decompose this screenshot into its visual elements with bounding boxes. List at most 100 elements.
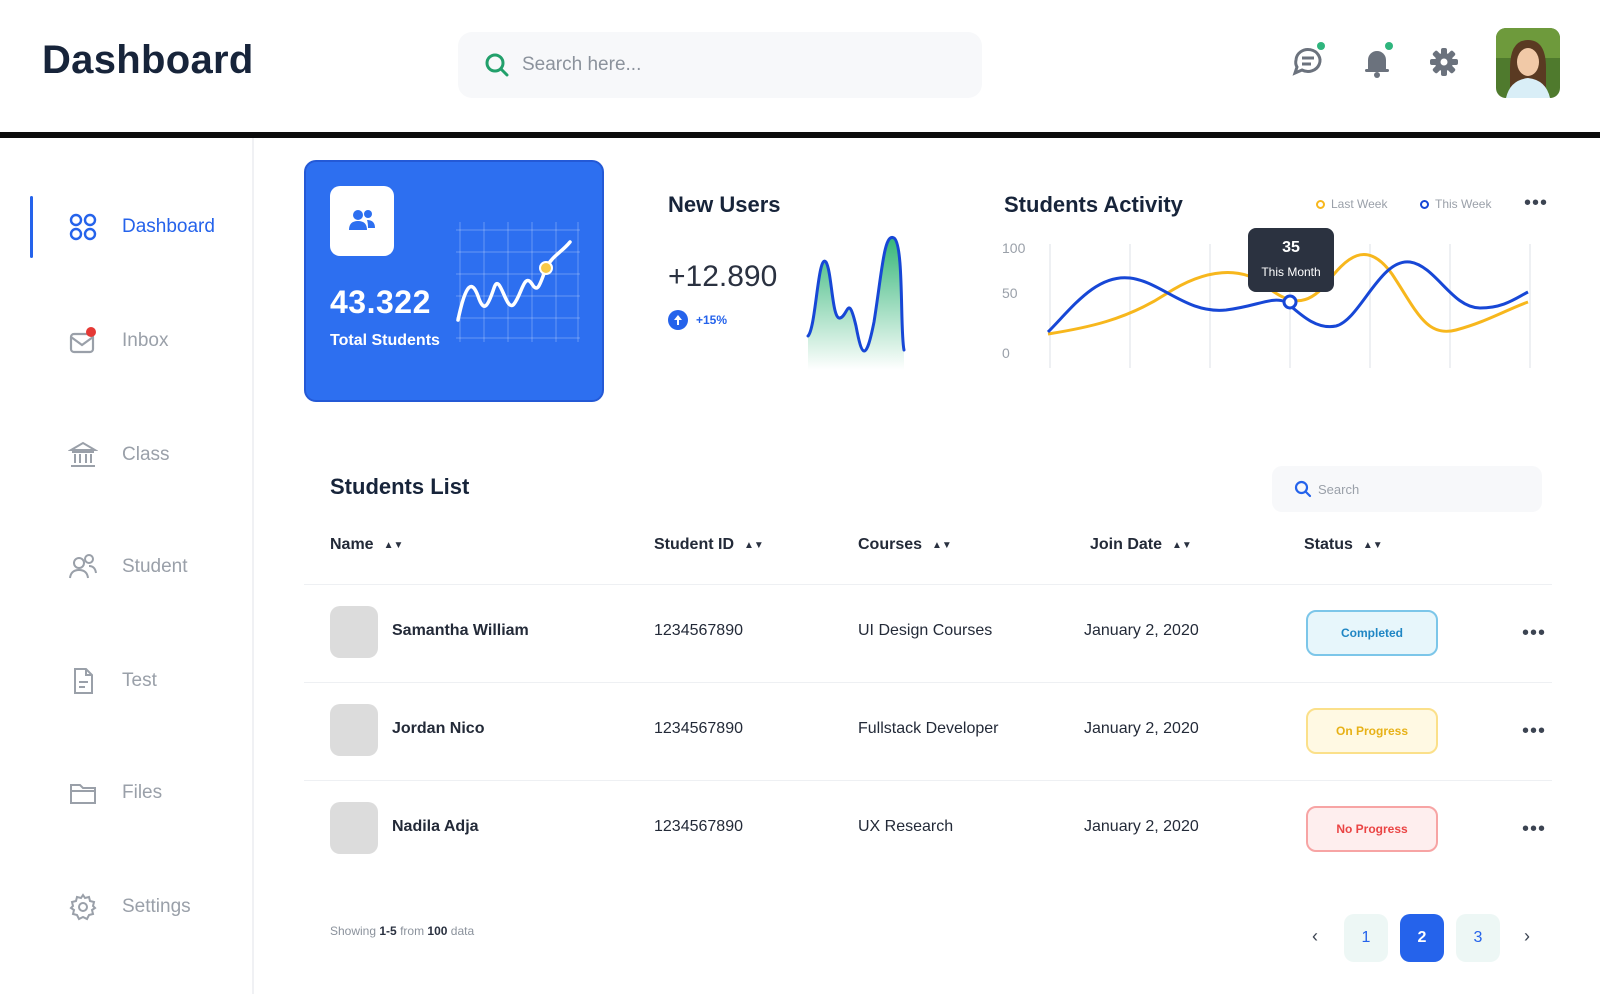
sidebar-item-label: Student bbox=[122, 556, 188, 577]
page-button-3[interactable]: 3 bbox=[1456, 914, 1500, 962]
new-users-title: New Users bbox=[668, 192, 781, 217]
sidebar-item-label: Test bbox=[122, 670, 157, 691]
sidebar-item-files[interactable]: Files bbox=[0, 762, 252, 824]
pagination-summary: Showing 1-5 from 100 data bbox=[330, 924, 475, 938]
legend-dot-icon bbox=[1420, 200, 1429, 209]
users-icon bbox=[69, 554, 97, 579]
total-students-label: Total Students bbox=[330, 332, 440, 349]
students-search-input[interactable]: Search bbox=[1318, 482, 1359, 497]
student-course: UX Research bbox=[858, 818, 954, 835]
sidebar-item-inbox[interactable]: Inbox bbox=[0, 310, 252, 372]
new-users-change: +15% bbox=[696, 313, 728, 327]
row-more-icon[interactable]: ••• bbox=[1522, 818, 1546, 841]
users-icon bbox=[349, 210, 375, 230]
sort-icon[interactable]: ▲▼ bbox=[384, 540, 404, 551]
user-avatar[interactable] bbox=[1496, 28, 1560, 98]
student-id: 1234567890 bbox=[654, 622, 743, 639]
inbox-icon bbox=[69, 327, 96, 354]
grid-icon bbox=[69, 213, 97, 241]
top-header: Dashboard Search here... bbox=[0, 0, 1600, 134]
tooltip-value: 35 bbox=[1282, 239, 1300, 256]
chevron-left-icon[interactable]: ‹ bbox=[1312, 926, 1318, 947]
student-join-date: January 2, 2020 bbox=[1084, 818, 1199, 835]
student-name[interactable]: Nadila Adja bbox=[392, 818, 479, 836]
bell-notification-dot bbox=[1385, 42, 1393, 50]
column-header-status[interactable]: Status ▲▼ bbox=[1304, 536, 1383, 554]
total-students-sparkline bbox=[456, 222, 580, 342]
sidebar-item-label: Dashboard bbox=[122, 216, 215, 237]
search-input[interactable]: Search here... bbox=[522, 54, 641, 76]
row-divider bbox=[304, 584, 1552, 585]
column-header-student-id[interactable]: Student ID ▲▼ bbox=[654, 536, 764, 554]
y-tick-label: 50 bbox=[1002, 285, 1018, 301]
page-button-1[interactable]: 1 bbox=[1344, 914, 1388, 962]
row-avatar bbox=[330, 704, 378, 756]
sort-icon[interactable]: ▲▼ bbox=[744, 540, 764, 551]
row-more-icon[interactable]: ••• bbox=[1522, 720, 1546, 743]
students-icon-box bbox=[330, 186, 394, 256]
row-more-icon[interactable]: ••• bbox=[1522, 622, 1546, 645]
student-name[interactable]: Samantha William bbox=[392, 622, 529, 640]
students-activity-chart: 100 50 0 35 This Month bbox=[1002, 228, 1531, 368]
chart-tooltip bbox=[1248, 228, 1334, 292]
row-avatar bbox=[330, 802, 378, 854]
students-search[interactable]: Search bbox=[1272, 466, 1542, 512]
row-divider bbox=[304, 682, 1552, 683]
page-button-2[interactable]: 2 bbox=[1400, 914, 1444, 962]
status-badge: No Progress bbox=[1306, 806, 1438, 852]
status-badge: Completed bbox=[1306, 610, 1438, 656]
students-activity-title: Students Activity bbox=[1004, 192, 1183, 217]
bank-icon bbox=[68, 441, 98, 467]
legend-this-week: This Week bbox=[1420, 197, 1491, 211]
sidebar: Dashboard Inbox Class Student Test Files… bbox=[0, 138, 254, 994]
folder-icon bbox=[70, 784, 96, 804]
chevron-right-icon[interactable]: › bbox=[1524, 926, 1530, 947]
sidebar-item-class[interactable]: Class bbox=[0, 424, 252, 486]
search-icon bbox=[485, 53, 509, 77]
status-badge: On Progress bbox=[1306, 708, 1438, 754]
column-header-name[interactable]: Name ▲▼ bbox=[330, 536, 403, 554]
y-tick-label: 100 bbox=[1002, 240, 1026, 256]
sidebar-item-label: Class bbox=[122, 444, 170, 465]
sidebar-item-test[interactable]: Test bbox=[0, 650, 252, 712]
students-list-title: Students List bbox=[330, 474, 470, 499]
total-students-card[interactable]: 43.322 Total Students bbox=[304, 160, 604, 402]
new-users-value: +12.890 bbox=[668, 260, 778, 293]
sidebar-item-label: Files bbox=[122, 782, 163, 803]
document-icon bbox=[74, 668, 93, 694]
sidebar-item-dashboard[interactable]: Dashboard bbox=[0, 196, 252, 258]
legend-last-week: Last Week bbox=[1316, 197, 1387, 211]
student-id: 1234567890 bbox=[654, 720, 743, 737]
page-title: Dashboard bbox=[42, 38, 254, 82]
row-avatar bbox=[330, 606, 378, 658]
activity-more-icon[interactable]: ••• bbox=[1524, 192, 1548, 215]
sort-icon[interactable]: ▲▼ bbox=[1363, 540, 1383, 551]
student-name[interactable]: Jordan Nico bbox=[392, 720, 484, 738]
tooltip-label: This Month bbox=[1261, 265, 1320, 279]
column-header-courses[interactable]: Courses ▲▼ bbox=[858, 536, 952, 554]
student-course: UI Design Courses bbox=[858, 622, 993, 639]
search-icon bbox=[1294, 480, 1312, 498]
total-students-value: 43.322 bbox=[330, 284, 431, 320]
student-join-date: January 2, 2020 bbox=[1084, 720, 1199, 737]
active-indicator bbox=[30, 196, 33, 258]
chat-notification-dot bbox=[1317, 42, 1325, 50]
arrow-up-icon bbox=[668, 310, 688, 330]
search-bar[interactable]: Search here... bbox=[458, 32, 982, 98]
gear-icon bbox=[69, 893, 97, 921]
y-tick-label: 0 bbox=[1002, 345, 1010, 361]
gear-icon[interactable] bbox=[1424, 42, 1464, 82]
sidebar-item-student[interactable]: Student bbox=[0, 536, 252, 598]
sidebar-item-settings[interactable]: Settings bbox=[0, 876, 252, 938]
sort-icon[interactable]: ▲▼ bbox=[932, 540, 952, 551]
column-header-join-date[interactable]: Join Date ▲▼ bbox=[1090, 536, 1192, 554]
sidebar-item-label: Inbox bbox=[122, 330, 169, 351]
student-course: Fullstack Developer bbox=[858, 720, 999, 737]
sort-icon[interactable]: ▲▼ bbox=[1172, 540, 1192, 551]
new-users-chart bbox=[806, 235, 906, 370]
student-id: 1234567890 bbox=[654, 818, 743, 835]
legend-dot-icon bbox=[1316, 200, 1325, 209]
row-divider bbox=[304, 780, 1552, 781]
sidebar-item-label: Settings bbox=[122, 896, 191, 917]
student-join-date: January 2, 2020 bbox=[1084, 622, 1199, 639]
